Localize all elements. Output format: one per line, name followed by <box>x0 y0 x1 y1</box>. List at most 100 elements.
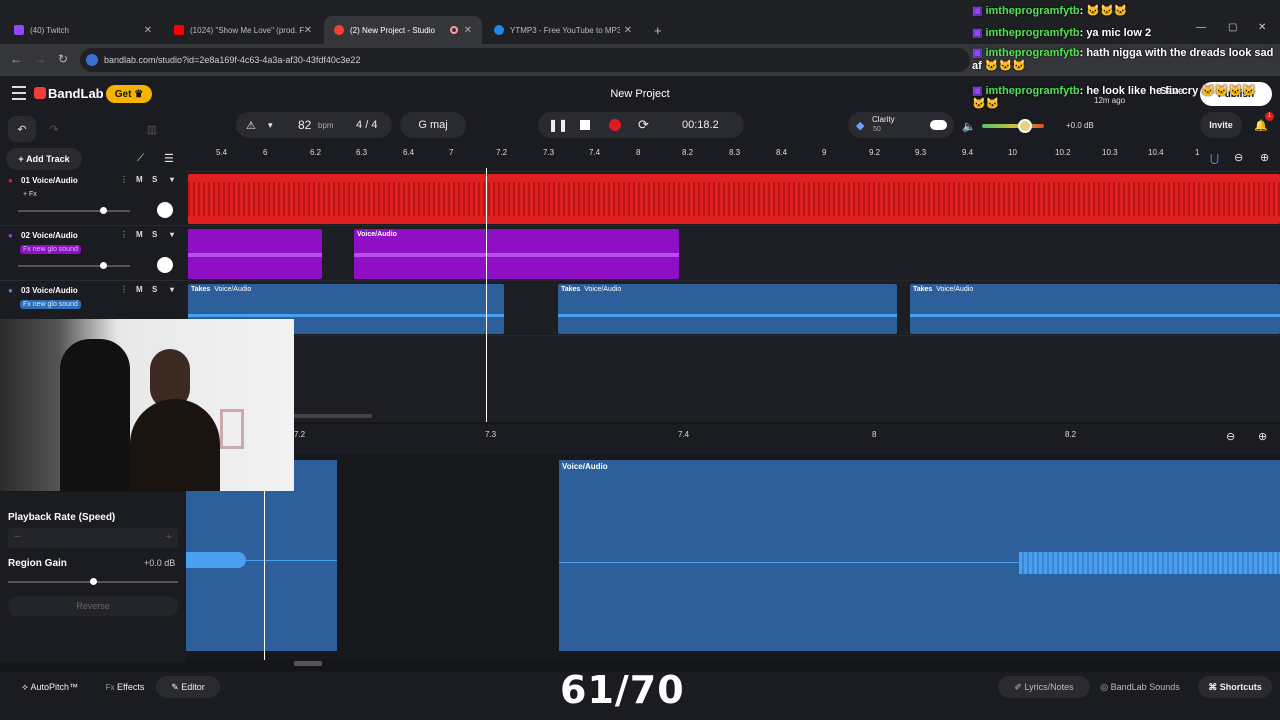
tempo-control[interactable]: ⚠ ▾ 82 bpm 4 / 4 <box>236 112 392 138</box>
pan-knob[interactable] <box>157 202 173 218</box>
track-lane-3[interactable]: Takes Voice/Audio Takes Voice/Audio Take… <box>186 282 1280 336</box>
zoom-in-icon[interactable]: ⊕ <box>1258 430 1267 443</box>
chevron-down-icon[interactable]: ▾ <box>170 230 174 239</box>
track-options-icon[interactable]: ⋮ <box>120 175 128 184</box>
close-icon[interactable]: ✕ <box>304 25 312 36</box>
track-fx-button[interactable]: Fx new glo sound <box>20 300 81 309</box>
slider-knob[interactable] <box>90 578 97 585</box>
metronome-icon[interactable]: ⚠ <box>246 119 256 132</box>
redo-icon[interactable]: ↷ <box>40 116 68 142</box>
track-header-1[interactable]: ● 01 Voice/Audio + Fx ⋮ M S ▾ <box>0 172 186 226</box>
waveform-line <box>186 560 337 561</box>
audio-region[interactable]: Takes Voice/Audio <box>910 284 1280 334</box>
reverse-button[interactable]: Reverse <box>8 596 178 616</box>
plus-icon[interactable]: + <box>166 531 172 543</box>
editor-ruler[interactable]: 7.2 7.3 7.4 8 8.2 ⊖ ⊕ <box>186 424 1280 454</box>
track-header-2[interactable]: ● 02 Voice/Audio Fx new glo sound ⋮ M S … <box>0 227 186 281</box>
editor-button[interactable]: ✎ Editor <box>156 676 220 698</box>
zoom-out-icon[interactable]: ⊖ <box>1226 430 1235 443</box>
record-icon[interactable] <box>609 119 621 131</box>
audio-region[interactable] <box>188 229 322 279</box>
audio-region[interactable] <box>188 174 1280 224</box>
timeline-ruler[interactable]: 5.4 6 6.2 6.3 6.4 7 7.2 7.3 7.4 8 8.2 8.… <box>186 146 1280 172</box>
chat-overlay: ▣ imtheprogramfytb: 🐱🐱🐱 ▣ imtheprogramfy… <box>972 4 1280 116</box>
tempo-value[interactable]: 82 <box>298 118 311 132</box>
chevron-down-icon[interactable]: ▾ <box>170 285 174 294</box>
solo-button[interactable]: S <box>152 285 157 294</box>
solo-button[interactable]: S <box>152 230 157 239</box>
arrangement-area[interactable]: Voice/Audio Takes Voice/Audio Takes Voic… <box>186 168 1280 422</box>
track-fx-button[interactable]: + Fx <box>20 190 40 199</box>
editor-scrollbar[interactable] <box>294 661 322 666</box>
mute-button[interactable]: M <box>136 285 143 294</box>
track-options-icon[interactable]: ⋮ <box>120 230 128 239</box>
mute-button[interactable]: M <box>136 230 143 239</box>
zoom-out-icon[interactable]: ⊖ <box>1234 151 1243 164</box>
track-settings-icon[interactable]: ☰ <box>164 152 174 165</box>
chevron-down-icon[interactable]: ▾ <box>268 120 273 131</box>
bell-icon[interactable]: 🔔 <box>1254 119 1268 132</box>
menu-icon[interactable] <box>12 86 26 100</box>
tab-ytmp3[interactable]: YTMP3 - Free YouTube to MP3 ✕ <box>484 16 642 44</box>
add-track-button[interactable]: + Add Track <box>6 148 82 170</box>
instrument-icon[interactable]: ▥ <box>140 116 164 142</box>
chevron-down-icon[interactable]: ▾ <box>170 175 174 184</box>
stop-icon[interactable] <box>580 120 590 130</box>
playback-rate-stepper[interactable]: − + <box>8 528 178 548</box>
loop-icon[interactable]: ⟳ <box>638 117 649 133</box>
tab-twitch[interactable]: (40) Twitch ✕ <box>4 16 162 44</box>
shortcuts-label: Shortcuts <box>1219 682 1262 692</box>
shortcuts-button[interactable]: ⌘ Shortcuts <box>1198 676 1272 698</box>
track-volume-slider[interactable] <box>18 207 130 214</box>
project-title[interactable]: New Project <box>560 88 720 100</box>
site-info-icon[interactable] <box>86 54 98 66</box>
effects-button[interactable]: Fx Effects <box>96 676 154 698</box>
audio-region[interactable]: Voice/Audio <box>354 229 679 279</box>
track-lane-2[interactable]: Voice/Audio <box>186 227 1280 281</box>
undo-icon[interactable]: ↶ <box>8 116 36 142</box>
speaker-icon[interactable]: 🔈 <box>962 120 976 133</box>
track-fx-button[interactable]: Fx new glo sound <box>20 245 81 254</box>
time-signature[interactable]: 4 / 4 <box>356 119 377 131</box>
ruler-tick: 10.3 <box>1102 148 1118 157</box>
waveform <box>1019 552 1280 574</box>
new-tab-button[interactable]: + <box>644 16 664 44</box>
automation-icon[interactable]: ⟋ <box>137 153 144 164</box>
tab-studio[interactable]: (2) New Project - Studio ✕ <box>324 16 482 44</box>
clarity-control[interactable]: ◆ Clarity 50 <box>848 112 954 138</box>
lyrics-notes-button[interactable]: ✐ Lyrics/Notes <box>998 676 1090 698</box>
magnet-icon[interactable]: ⋃ <box>1210 152 1219 165</box>
get-membership-button[interactable]: Get ♛ <box>106 85 152 103</box>
slider-knob[interactable] <box>100 207 107 214</box>
minus-icon[interactable]: − <box>14 531 20 543</box>
close-icon[interactable]: ✕ <box>624 25 632 36</box>
playhead[interactable] <box>486 168 487 422</box>
close-icon[interactable]: ✕ <box>144 25 152 36</box>
volume-knob[interactable] <box>1018 119 1032 133</box>
track-volume-slider[interactable] <box>18 262 130 269</box>
region-gain-slider[interactable] <box>8 578 178 585</box>
solo-button[interactable]: S <box>152 175 157 184</box>
slider-knob[interactable] <box>100 262 107 269</box>
mute-button[interactable]: M <box>136 175 143 184</box>
close-icon[interactable]: ✕ <box>464 25 472 36</box>
url-input[interactable]: bandlab.com/studio?id=2e8a169f-4c63-4a3a… <box>80 48 970 72</box>
track-options-icon[interactable]: ⋮ <box>120 285 128 294</box>
audio-region[interactable]: Takes Voice/Audio <box>558 284 897 334</box>
zoom-in-icon[interactable]: ⊕ <box>1260 151 1269 164</box>
autopitch-button[interactable]: ⟡ AutoPitch™ <box>8 676 92 698</box>
bandlab-sounds-button[interactable]: ◎ BandLab Sounds <box>1092 676 1188 698</box>
clarity-toggle[interactable] <box>930 120 947 130</box>
pan-knob[interactable] <box>157 257 173 273</box>
ruler-tick: 9 <box>822 148 827 157</box>
editor-region[interactable]: Voice/Audio <box>559 460 1280 651</box>
key-selector[interactable]: G maj <box>400 112 466 138</box>
back-icon[interactable]: ← <box>10 52 22 66</box>
reload-icon[interactable]: ↻ <box>58 52 68 66</box>
tab-youtube[interactable]: (1024) "Show Me Love" (prod. F ✕ <box>164 16 322 44</box>
pause-icon[interactable]: ❚❚ <box>548 118 568 132</box>
track-lane-1[interactable] <box>186 172 1280 226</box>
person-silhouette <box>130 399 220 491</box>
forward-icon[interactable]: → <box>34 52 46 66</box>
master-volume-slider[interactable] <box>982 119 1044 133</box>
